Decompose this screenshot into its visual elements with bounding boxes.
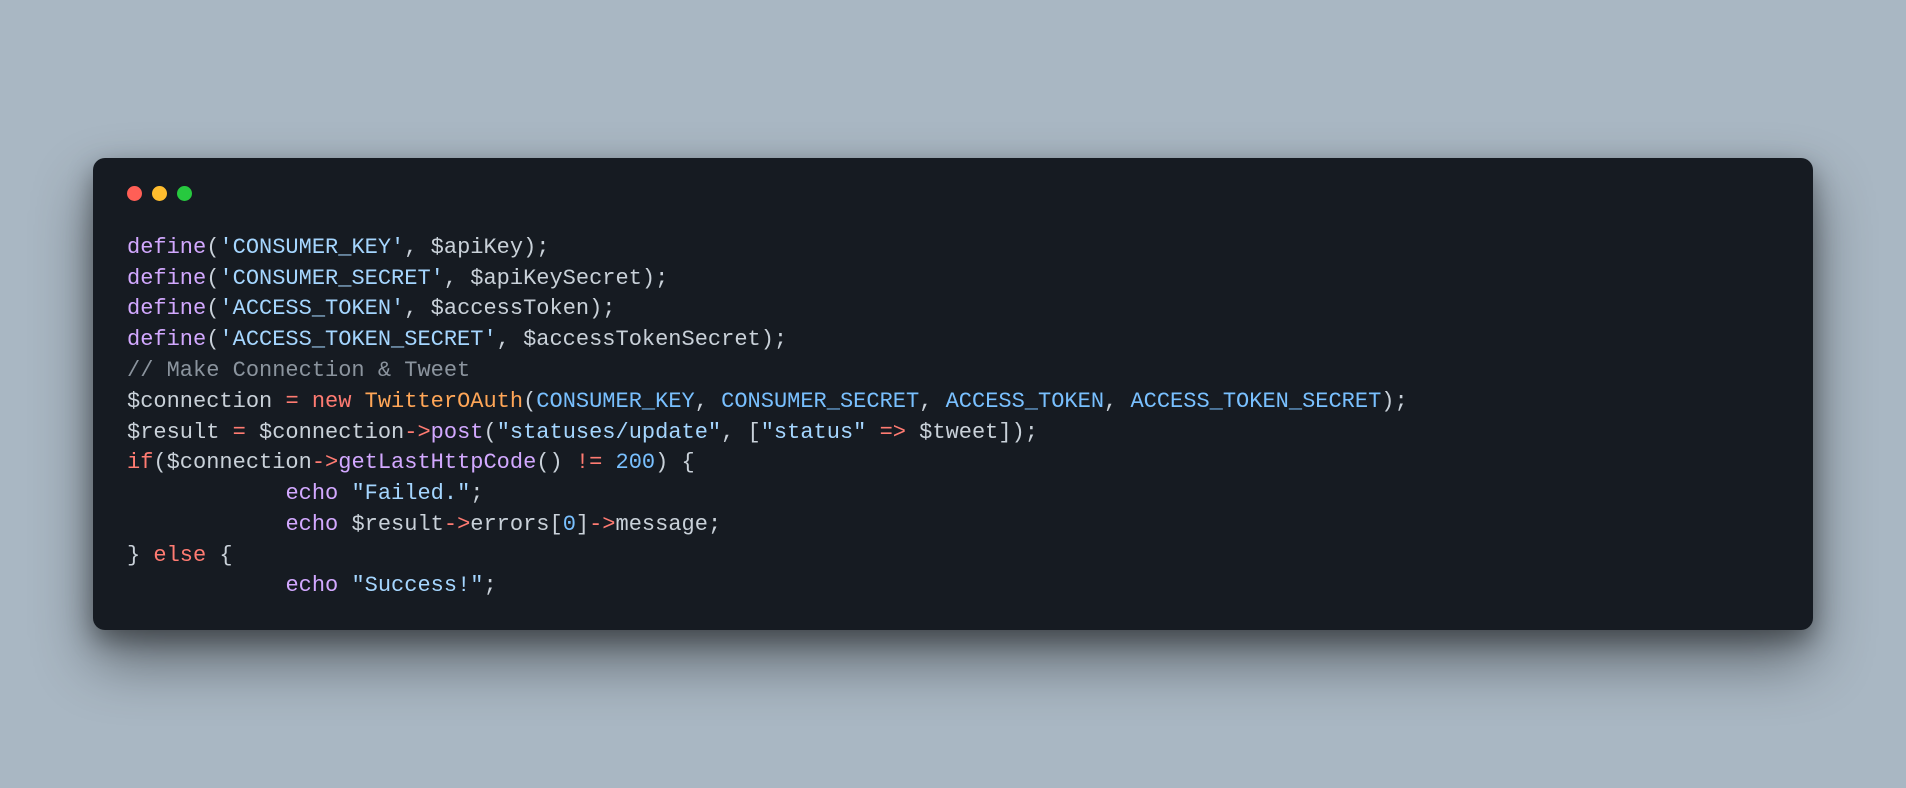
token-constant: ACCESS_TOKEN_SECRET — [1130, 389, 1381, 414]
token-variable: $apiKey — [431, 235, 523, 260]
token-string: "statuses/update" — [497, 420, 721, 445]
token-fn: getLastHttpCode — [338, 450, 536, 475]
close-icon[interactable] — [127, 186, 142, 201]
token-operator: -> — [589, 512, 615, 537]
token-operator: = — [285, 389, 298, 414]
token-string: 'CONSUMER_KEY' — [219, 235, 404, 260]
token-number: 0 — [563, 512, 576, 537]
token-operator: => — [880, 420, 906, 445]
token-keyword: else — [153, 543, 206, 568]
token-fn: define — [127, 296, 206, 321]
token-fn: define — [127, 235, 206, 260]
token-fn: post — [431, 420, 484, 445]
minimize-icon[interactable] — [152, 186, 167, 201]
token-constant: CONSUMER_SECRET — [721, 389, 919, 414]
token-variable: $connection — [167, 450, 312, 475]
token-property: errors — [470, 512, 549, 537]
token-variable: $tweet — [919, 420, 998, 445]
code-block: define('CONSUMER_KEY', $apiKey); define(… — [127, 233, 1779, 603]
token-string: 'ACCESS_TOKEN' — [219, 296, 404, 321]
token-fn: define — [127, 327, 206, 352]
token-string: 'ACCESS_TOKEN_SECRET' — [219, 327, 496, 352]
token-fn: echo — [285, 512, 338, 537]
token-string: "Success!" — [351, 573, 483, 598]
token-constant: CONSUMER_KEY — [536, 389, 694, 414]
zoom-icon[interactable] — [177, 186, 192, 201]
token-variable: $connection — [259, 420, 404, 445]
token-operator: != — [576, 450, 602, 475]
token-keyword: if — [127, 450, 153, 475]
token-variable: $connection — [127, 389, 272, 414]
token-operator: -> — [444, 512, 470, 537]
token-keyword: new — [312, 389, 352, 414]
token-variable: $apiKeySecret — [470, 266, 642, 291]
token-string: "Failed." — [351, 481, 470, 506]
token-fn: echo — [285, 573, 338, 598]
token-variable: $accessTokenSecret — [523, 327, 761, 352]
token-variable: $result — [351, 512, 443, 537]
token-string: 'CONSUMER_SECRET' — [219, 266, 443, 291]
token-fn: define — [127, 266, 206, 291]
token-string: "status" — [761, 420, 867, 445]
token-constant: ACCESS_TOKEN — [946, 389, 1104, 414]
token-comment: // Make Connection & Tweet — [127, 358, 470, 383]
token-fn: echo — [285, 481, 338, 506]
token-property: message — [616, 512, 708, 537]
token-operator: -> — [312, 450, 338, 475]
token-variable: $accessToken — [431, 296, 589, 321]
token-operator: -> — [404, 420, 430, 445]
token-operator: = — [233, 420, 246, 445]
token-number: 200 — [616, 450, 656, 475]
code-window: define('CONSUMER_KEY', $apiKey); define(… — [93, 158, 1813, 631]
token-variable: $result — [127, 420, 219, 445]
token-class: TwitterOAuth — [365, 389, 523, 414]
window-controls — [127, 186, 1779, 201]
